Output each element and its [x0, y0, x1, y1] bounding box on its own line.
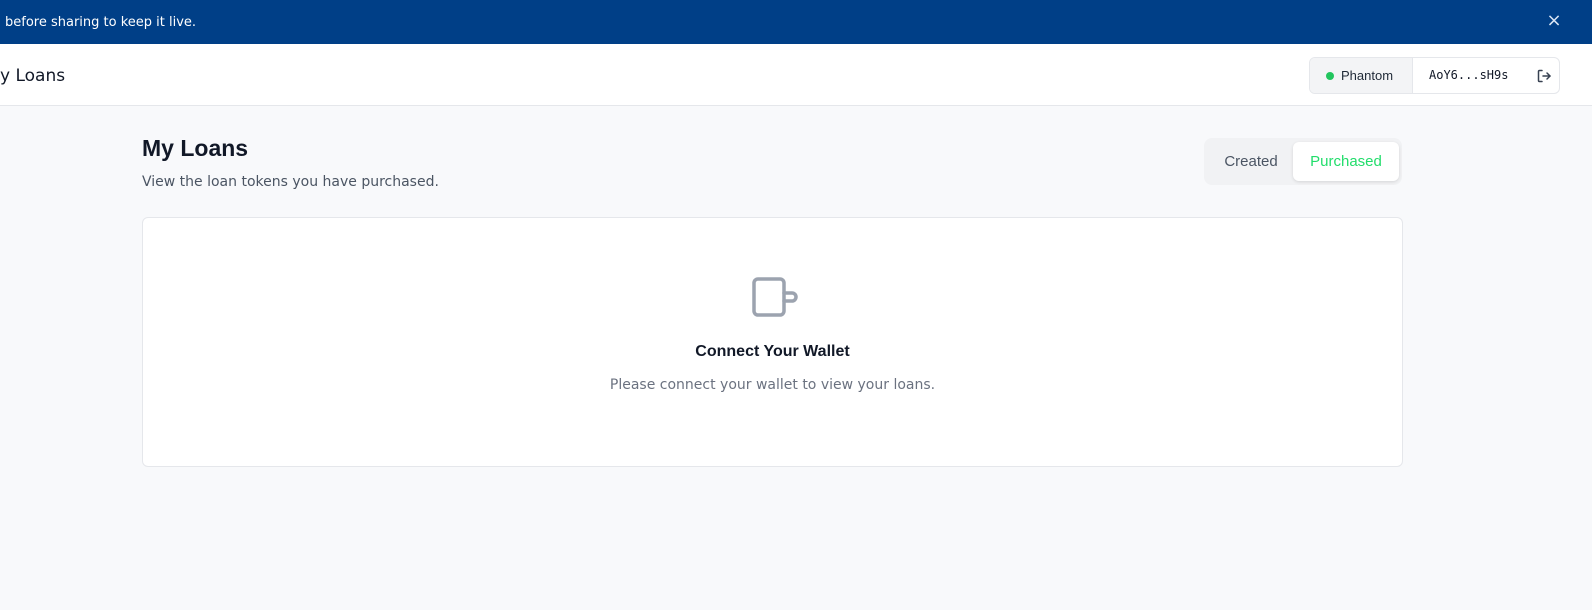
logout-icon[interactable]: [1536, 68, 1552, 84]
page-title: My Loans: [142, 135, 249, 161]
header-title[interactable]: y Loans: [0, 65, 65, 87]
empty-state-message: Please connect your wallet to view your …: [609, 377, 936, 393]
wallet-provider-label: Phantom: [1341, 68, 1394, 83]
close-icon[interactable]: ×: [1545, 12, 1563, 30]
wallet-icon: [751, 276, 799, 320]
wallet-widget: Phantom AoY6...sH9s: [1309, 57, 1560, 94]
wallet-address[interactable]: AoY6...sH9s: [1429, 67, 1508, 84]
tab-purchased[interactable]: Purchased: [1293, 142, 1399, 181]
page-subtitle: View the loan tokens you have purchased.: [142, 174, 439, 190]
empty-state-title: Connect Your Wallet: [695, 343, 850, 360]
wallet-provider[interactable]: Phantom: [1310, 58, 1413, 93]
banner-text: before sharing to keep it live.: [5, 15, 197, 30]
connected-status-dot: [1326, 72, 1334, 80]
tab-created[interactable]: Created: [1209, 142, 1293, 181]
loan-type-tabs: Created Purchased: [1204, 138, 1402, 185]
app-header: y Loans Phantom AoY6...sH9s: [0, 44, 1592, 106]
info-banner: before sharing to keep it live. ×: [0, 0, 1592, 44]
empty-state-card: Connect Your Wallet Please connect your …: [142, 217, 1403, 467]
